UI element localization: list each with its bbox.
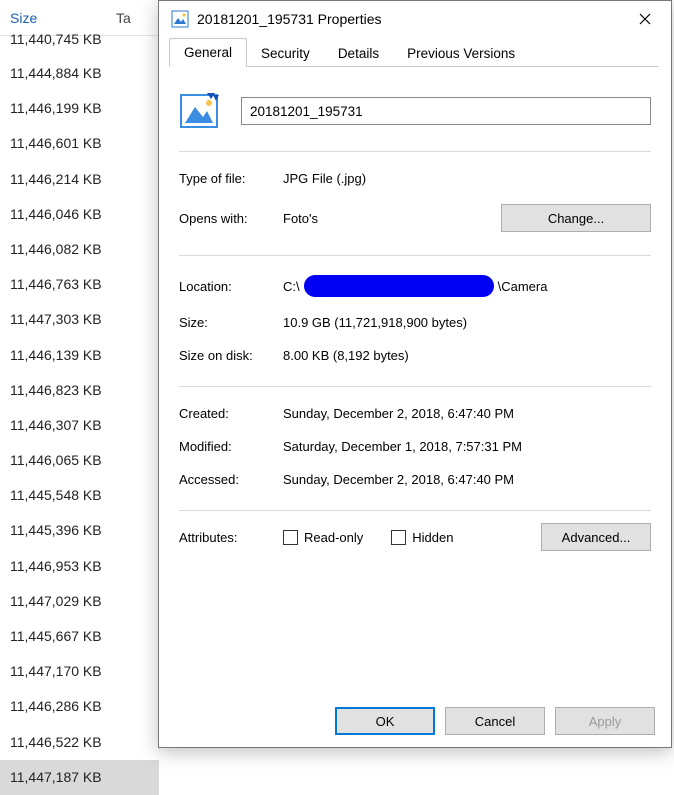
list-item[interactable]: 11,447,187 KB <box>0 760 159 795</box>
tab-strip: General Security Details Previous Versio… <box>159 37 671 67</box>
list-item[interactable]: 11,446,823 KB <box>0 373 159 408</box>
column-header-size[interactable]: Size <box>0 2 110 34</box>
list-item[interactable]: 11,446,953 KB <box>0 549 159 584</box>
list-item[interactable]: 11,446,065 KB <box>0 443 159 478</box>
checkbox-box-icon <box>391 530 406 545</box>
tab-previous-versions[interactable]: Previous Versions <box>393 40 529 67</box>
read-only-label: Read-only <box>304 530 363 545</box>
cancel-button[interactable]: Cancel <box>445 707 545 735</box>
list-item[interactable]: 11,447,170 KB <box>0 654 159 689</box>
attributes-section: Attributes: Read-only Hidden Advanced... <box>179 511 651 563</box>
apply-button[interactable]: Apply <box>555 707 655 735</box>
list-item[interactable]: 11,447,303 KB <box>0 302 159 337</box>
location-suffix: \Camera <box>498 279 548 294</box>
titlebar[interactable]: 20181201_195731 Properties <box>159 1 671 37</box>
tab-security[interactable]: Security <box>247 40 324 67</box>
label-accessed: Accessed: <box>179 472 283 487</box>
value-created: Sunday, December 2, 2018, 6:47:40 PM <box>283 406 651 421</box>
dialog-footer: OK Cancel Apply <box>159 695 671 747</box>
list-item[interactable]: 11,446,522 KB <box>0 725 159 760</box>
read-only-checkbox[interactable]: Read-only <box>283 530 363 545</box>
checkbox-box-icon <box>283 530 298 545</box>
tab-general[interactable]: General <box>169 38 247 67</box>
tab-details[interactable]: Details <box>324 40 393 67</box>
file-type-section: Type of file: JPG File (.jpg) Opens with… <box>179 152 651 255</box>
list-item[interactable]: 11,446,214 KB <box>0 162 159 197</box>
redacted-path <box>304 275 494 297</box>
properties-dialog: 20181201_195731 Properties General Secur… <box>158 0 672 748</box>
value-location: C:\ \Camera <box>283 275 651 297</box>
list-item[interactable]: 11,446,601 KB <box>0 126 159 161</box>
list-item[interactable]: 11,446,046 KB <box>0 197 159 232</box>
list-item[interactable]: 11,446,307 KB <box>0 408 159 443</box>
list-item[interactable]: 11,444,884 KB <box>0 56 159 91</box>
label-attributes: Attributes: <box>179 530 283 545</box>
list-item[interactable]: 11,446,286 KB <box>0 689 159 724</box>
column-header-ta[interactable]: Ta <box>110 2 137 34</box>
hidden-label: Hidden <box>412 530 453 545</box>
list-item[interactable]: 11,445,396 KB <box>0 513 159 548</box>
change-button[interactable]: Change... <box>501 204 651 232</box>
label-modified: Modified: <box>179 439 283 454</box>
size-section: Location: C:\ \Camera Size: 10.9 GB (11,… <box>179 256 651 386</box>
list-item[interactable]: 11,440,745 KB <box>0 32 159 56</box>
label-location: Location: <box>179 279 283 294</box>
filetype-icon <box>179 91 219 131</box>
list-item[interactable]: 11,447,029 KB <box>0 584 159 619</box>
label-size: Size: <box>179 315 283 330</box>
value-opens-with: Foto's <box>283 211 501 226</box>
label-type-of-file: Type of file: <box>179 171 283 186</box>
close-button[interactable] <box>629 5 661 33</box>
label-created: Created: <box>179 406 283 421</box>
value-accessed: Sunday, December 2, 2018, 6:47:40 PM <box>283 472 651 487</box>
close-icon <box>639 13 651 25</box>
label-size-on-disk: Size on disk: <box>179 348 283 363</box>
value-size-on-disk: 8.00 KB (8,192 bytes) <box>283 348 651 363</box>
image-file-icon <box>171 10 189 28</box>
location-prefix: C:\ <box>283 279 300 294</box>
list-item[interactable]: 11,446,763 KB <box>0 267 159 302</box>
label-opens-with: Opens with: <box>179 211 283 226</box>
value-modified: Saturday, December 1, 2018, 7:57:31 PM <box>283 439 651 454</box>
dates-section: Created: Sunday, December 2, 2018, 6:47:… <box>179 387 651 510</box>
list-item[interactable]: 11,445,548 KB <box>0 478 159 513</box>
advanced-button[interactable]: Advanced... <box>541 523 651 551</box>
list-item[interactable]: 11,446,139 KB <box>0 338 159 373</box>
value-type-of-file: JPG File (.jpg) <box>283 171 651 186</box>
explorer-header: Size Ta <box>0 0 159 36</box>
list-item[interactable]: 11,446,199 KB <box>0 91 159 126</box>
filename-input[interactable] <box>241 97 651 125</box>
value-size: 10.9 GB (11,721,918,900 bytes) <box>283 315 651 330</box>
dialog-title: 20181201_195731 Properties <box>197 11 629 27</box>
filename-section <box>179 85 651 151</box>
explorer-column: Size Ta 11,440,745 KB 11,444,884 KB 11,4… <box>0 0 160 750</box>
list-item[interactable]: 11,445,667 KB <box>0 619 159 654</box>
ok-button[interactable]: OK <box>335 707 435 735</box>
tab-content: Type of file: JPG File (.jpg) Opens with… <box>159 67 671 695</box>
explorer-rows: 11,440,745 KB 11,444,884 KB 11,446,199 K… <box>0 36 159 795</box>
list-item[interactable]: 11,446,082 KB <box>0 232 159 267</box>
hidden-checkbox[interactable]: Hidden <box>391 530 453 545</box>
